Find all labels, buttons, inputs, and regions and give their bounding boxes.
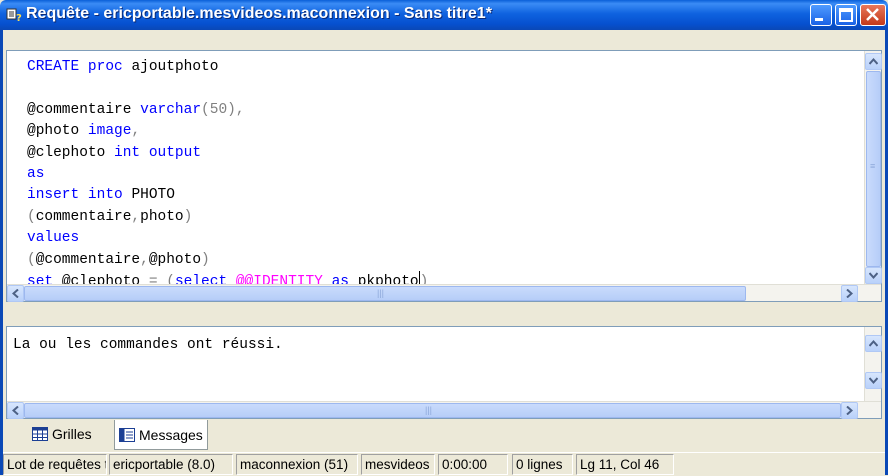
sql-keyword: values [27, 230, 80, 247]
sql-operator: ( [27, 251, 36, 268]
sql-identifier: commentaire [35, 208, 132, 225]
minimize-icon [815, 18, 823, 21]
close-button[interactable] [860, 4, 886, 26]
sql-identifier: @commentaire [35, 251, 141, 268]
sql-operator: , [131, 208, 141, 225]
status-server: ericportable (8.0) [109, 454, 233, 475]
sql-operator: ( [27, 208, 36, 225]
title-bar[interactable]: ? Requête - ericportable.mesvideos.macon… [0, 0, 888, 30]
code-line[interactable]: values [27, 228, 428, 249]
scroll-down-button[interactable] [865, 267, 882, 284]
code-line[interactable]: as [27, 164, 428, 185]
grip-icon: ||| [425, 405, 433, 415]
code-line[interactable]: @clephoto int output [27, 143, 428, 164]
close-icon [866, 8, 879, 21]
sql-keyword: as [27, 165, 45, 182]
results-vertical-scrollbar[interactable] [864, 327, 882, 401]
arrow-left-icon [12, 289, 19, 298]
editor-hscroll-thumb[interactable]: ||| [24, 286, 746, 301]
status-database: mesvideos [361, 454, 435, 475]
arrow-down-icon [869, 272, 878, 279]
sql-identifier: photo [140, 208, 184, 225]
sql-code[interactable]: CREATE proc ajoutphoto @commentaire varch… [27, 57, 428, 292]
sql-keyword: int [114, 144, 149, 161]
sql-keyword: into [87, 187, 132, 204]
minimize-button[interactable] [810, 4, 832, 26]
sql-identifier: @clephoto [27, 144, 115, 161]
sql-keyword: insert [27, 187, 88, 204]
tab-grilles-label: Grilles [52, 426, 92, 442]
grid-icon [32, 427, 48, 441]
sql-identifier: @photo [27, 123, 88, 140]
scroll-up-button[interactable] [865, 335, 882, 352]
result-message: La ou les commandes ont réussi. [13, 337, 283, 353]
result-tabs: Grilles Messages [6, 420, 882, 450]
scroll-right-button[interactable] [841, 402, 858, 419]
grip-icon: ≡ [870, 161, 876, 171]
arrow-right-icon [846, 289, 853, 298]
window-title: Requête - ericportable.mesvideos.maconne… [26, 5, 492, 22]
tab-grilles[interactable]: Grilles [28, 420, 96, 448]
scroll-left-button[interactable] [7, 285, 24, 302]
sql-operator: , [140, 251, 149, 268]
editor-vscroll-thumb[interactable]: ≡ [866, 71, 881, 267]
code-line[interactable]: @commentaire varchar(50), [27, 100, 428, 121]
results-hscroll-thumb[interactable]: ||| [24, 403, 841, 418]
arrow-right-icon [846, 406, 853, 415]
arrow-up-icon [869, 58, 878, 65]
scroll-left-button[interactable] [7, 402, 24, 419]
sql-keyword: varchar [140, 101, 202, 118]
arrow-down-icon [869, 377, 878, 384]
scroll-down-button[interactable] [865, 372, 882, 389]
editor-vertical-scrollbar[interactable]: ≡ [864, 51, 882, 284]
status-batch: Lot de requêtes t [3, 454, 107, 475]
scroll-right-button[interactable] [841, 285, 858, 302]
results-pane[interactable]: La ou les commandes ont réussi. ||| [6, 326, 882, 419]
tab-messages-label: Messages [139, 426, 203, 443]
sql-editor[interactable]: CREATE proc ajoutphoto @commentaire varch… [6, 50, 882, 302]
arrow-left-icon [12, 406, 19, 415]
sql-identifier: @commentaire [27, 101, 141, 118]
maximize-button[interactable] [835, 4, 857, 26]
arrow-up-icon [869, 340, 878, 347]
sql-keyword: output [148, 144, 202, 161]
sql-operator: ) [183, 208, 193, 225]
code-line[interactable]: @photo image, [27, 121, 428, 142]
svg-text:?: ? [16, 13, 22, 23]
scroll-up-button[interactable] [865, 53, 882, 70]
status-elapsed: 0:00:00 [438, 454, 508, 475]
sql-operator: (50), [201, 101, 245, 118]
tab-messages[interactable]: Messages [114, 420, 208, 450]
status-bar: Lot de requêtes t ericportable (8.0) mac… [3, 452, 885, 476]
sql-keyword: CREATE [27, 59, 88, 75]
grip-icon: ||| [377, 288, 385, 298]
status-position: Lg 11, Col 46 [576, 454, 674, 475]
sql-keyword: proc [87, 59, 132, 75]
sql-operator: , [131, 123, 141, 140]
query-window: ? Requête - ericportable.mesvideos.macon… [0, 0, 888, 476]
sql-identifier: ajoutphoto [131, 59, 219, 75]
code-line[interactable]: insert into PHOTO [27, 185, 428, 206]
sql-identifier: PHOTO [131, 187, 175, 204]
results-horizontal-scrollbar[interactable]: ||| [7, 401, 881, 419]
code-line[interactable]: CREATE proc ajoutphoto [27, 57, 428, 78]
code-line[interactable]: (@commentaire,@photo) [27, 250, 428, 271]
status-user: maconnexion (51) [236, 454, 358, 475]
sql-identifier: @photo [148, 251, 202, 268]
status-rows: 0 lignes [512, 454, 573, 475]
editor-horizontal-scrollbar[interactable]: ||| [7, 284, 881, 302]
code-line[interactable]: (commentaire,photo) [27, 207, 428, 228]
maximize-icon [839, 8, 853, 22]
query-icon: ? [6, 8, 22, 23]
code-line[interactable] [27, 78, 428, 99]
messages-icon [119, 427, 135, 442]
sql-operator: ) [201, 251, 210, 268]
sql-keyword: image [87, 123, 132, 140]
